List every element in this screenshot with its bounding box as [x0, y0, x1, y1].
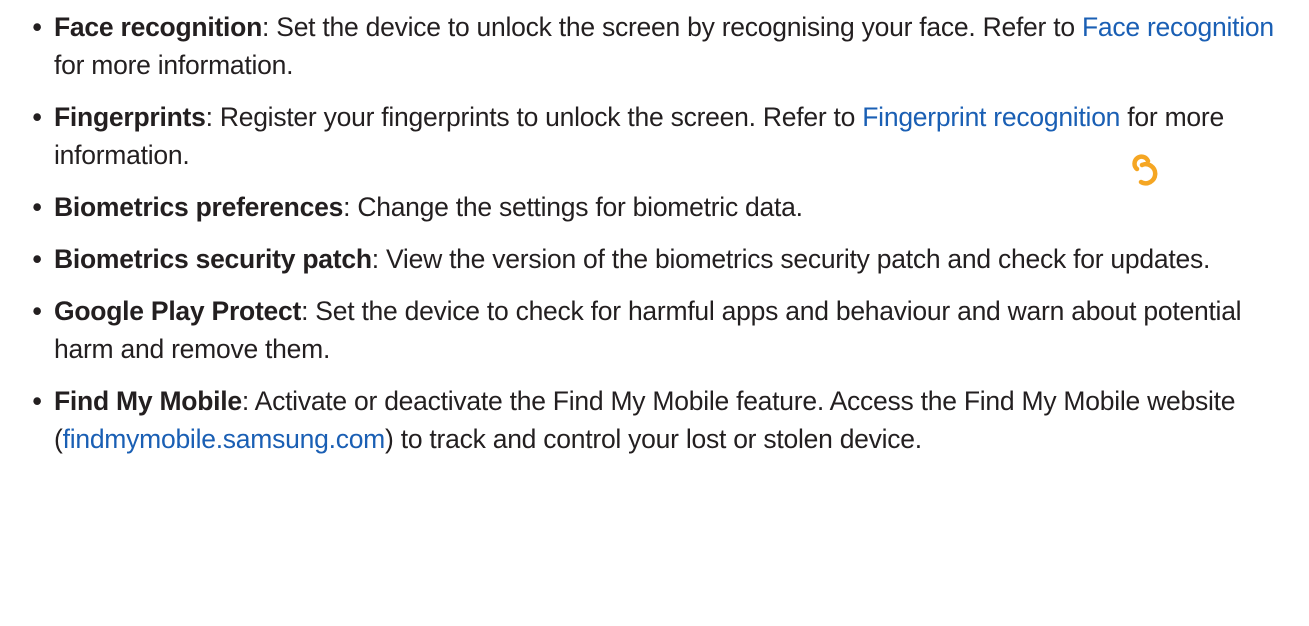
- item-description: : Register your fingerprints to unlock t…: [205, 102, 863, 132]
- bullet-icon: •: [32, 386, 42, 416]
- item-description: : Set the device to unlock the screen by…: [262, 12, 1082, 42]
- face-recognition-link[interactable]: Face recognition: [1082, 12, 1274, 42]
- list-item-biometrics-security-patch: • Biometrics security patch: View the ve…: [32, 240, 1302, 278]
- settings-option-list: • Face recognition: Set the device to un…: [32, 8, 1302, 472]
- bullet-icon: •: [32, 12, 42, 42]
- list-item-find-my-mobile: • Find My Mobile: Activate or deactivate…: [32, 382, 1302, 458]
- cursor-arc-right: [1138, 162, 1158, 186]
- list-item-google-play-protect: • Google Play Protect: Set the device to…: [32, 292, 1302, 368]
- list-item-biometrics-preferences: • Biometrics preferences: Change the set…: [32, 188, 1302, 226]
- item-term: Face recognition: [54, 12, 263, 42]
- loading-cursor-icon: [1132, 154, 1158, 186]
- item-term: Biometrics preferences: [54, 192, 344, 222]
- bullet-icon: •: [32, 102, 42, 132]
- bullet-icon: •: [32, 296, 42, 326]
- item-term: Fingerprints: [54, 102, 206, 132]
- bullet-icon: •: [32, 244, 42, 274]
- item-term: Find My Mobile: [54, 386, 242, 416]
- item-description: : View the version of the biometrics sec…: [371, 244, 1211, 274]
- item-term: Google Play Protect: [54, 296, 302, 326]
- findmymobile-website-link[interactable]: findmymobile.samsung.com: [63, 424, 386, 454]
- list-item-fingerprints: • Fingerprints: Register your fingerprin…: [32, 98, 1302, 174]
- list-item-face-recognition: • Face recognition: Set the device to un…: [32, 8, 1302, 84]
- item-description-tail: ) to track and control your lost or stol…: [385, 424, 922, 454]
- item-description: : Change the settings for biometric data…: [343, 192, 803, 222]
- bullet-icon: •: [32, 192, 42, 222]
- item-description-tail: for more information.: [54, 50, 294, 80]
- fingerprint-recognition-link[interactable]: Fingerprint recognition: [862, 102, 1120, 132]
- item-term: Biometrics security patch: [54, 244, 372, 274]
